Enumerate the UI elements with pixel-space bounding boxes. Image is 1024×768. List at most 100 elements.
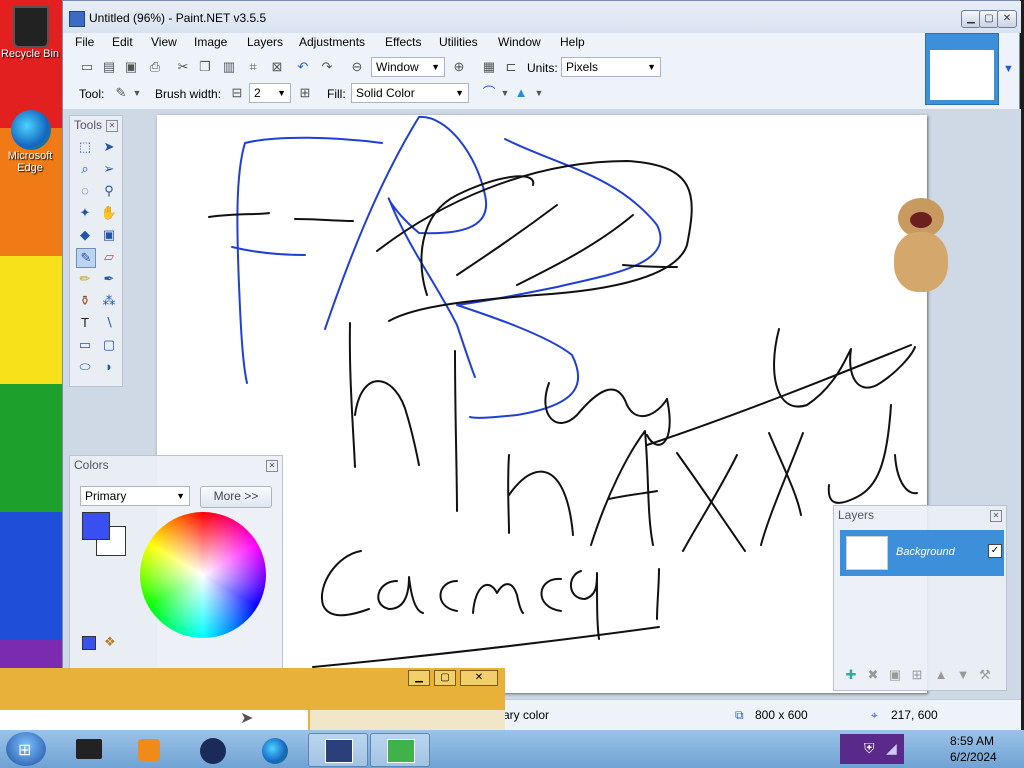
color-wheel[interactable] xyxy=(140,512,266,638)
start-button[interactable]: ⊞ xyxy=(6,732,46,766)
taskbar-app-media[interactable] xyxy=(120,733,178,765)
save-icon[interactable]: ▣ xyxy=(123,59,139,75)
reset-colors-icon[interactable] xyxy=(82,636,96,650)
open-icon[interactable]: ▤ xyxy=(101,59,117,75)
decrease-icon[interactable]: ⊟ xyxy=(229,85,245,101)
increase-icon[interactable]: ⊞ xyxy=(297,85,313,101)
paintbrush-icon[interactable]: ✎ xyxy=(113,85,129,101)
paint-bucket-icon[interactable]: ◆ xyxy=(76,226,94,244)
lasso-icon[interactable]: ⌕ xyxy=(76,160,94,178)
units-dropdown[interactable]: Pixels ▼ xyxy=(561,57,661,77)
eraser-icon[interactable]: ▱ xyxy=(100,248,118,266)
speaker-icon[interactable]: ◢ xyxy=(886,740,897,757)
paintbrush-icon[interactable]: ✎ xyxy=(76,248,96,268)
gradient-icon[interactable]: ▣ xyxy=(100,226,118,244)
antialiasing-icon[interactable]: ⌒ xyxy=(481,85,497,101)
taskbar-app-paintnet[interactable] xyxy=(308,733,368,767)
rectangle-select-icon[interactable]: ⬚ xyxy=(76,138,94,156)
more-button[interactable]: More >> xyxy=(200,486,272,508)
chevron-down-icon[interactable]: ▼ xyxy=(129,85,145,101)
clone-stamp-icon[interactable]: ⚱ xyxy=(76,292,94,310)
cut-icon[interactable]: ✂ xyxy=(175,59,191,75)
print-icon[interactable]: ⎙ xyxy=(147,59,163,75)
menu-adjustments[interactable]: Adjustments xyxy=(299,35,365,49)
network-icon[interactable]: ⛨ xyxy=(864,740,875,757)
pan-icon[interactable]: ✋ xyxy=(100,204,118,222)
freeform-shape-icon[interactable]: ◗ xyxy=(100,358,118,376)
color-mode-dropdown[interactable]: Primary ▼ xyxy=(80,486,190,506)
popup-input[interactable] xyxy=(0,710,308,730)
fill-dropdown[interactable]: Solid Color ▼ xyxy=(351,83,469,103)
rounded-rectangle-icon[interactable]: ▢ xyxy=(100,336,118,354)
zoom-icon[interactable]: ⚲ xyxy=(100,182,118,200)
ellipse-select-icon[interactable]: ◌ xyxy=(76,182,94,200)
blend-mode-icon[interactable]: ▲ xyxy=(513,85,529,101)
zoom-in-icon[interactable]: ⊕ xyxy=(451,59,467,75)
text-icon[interactable]: T xyxy=(76,314,94,332)
taskbar-app-download[interactable] xyxy=(370,733,430,767)
grid-icon[interactable]: ▦ xyxy=(481,59,497,75)
chevron-down-icon[interactable]: ▼ xyxy=(497,85,513,101)
delete-layer-icon[interactable]: ✖ xyxy=(864,666,882,684)
desktop-icon-edge[interactable]: Microsoft Edge xyxy=(0,110,62,174)
new-icon[interactable]: ▭ xyxy=(79,59,95,75)
add-layer-icon[interactable]: ✚ xyxy=(842,666,860,684)
pencil-icon[interactable]: ✏ xyxy=(76,270,94,288)
clock-date[interactable]: 6/2/2024 xyxy=(950,750,997,764)
desktop-icon-recycle-bin[interactable]: Recycle Bin xyxy=(0,6,62,60)
deselect-icon[interactable]: ⊠ xyxy=(269,59,285,75)
title-bar[interactable]: Untitled (96%) - Paint.NET v3.5.5 ▁ ▢ ✕ xyxy=(63,1,1021,33)
chevron-down-icon[interactable]: ▼ xyxy=(1003,63,1014,75)
menu-help[interactable]: Help xyxy=(560,35,585,49)
layer-row[interactable]: Background ✓ xyxy=(840,530,1004,576)
brush-width-dropdown[interactable]: 2 ▼ xyxy=(249,83,291,103)
undo-icon[interactable]: ↶ xyxy=(295,59,311,75)
hamster-pet-image[interactable] xyxy=(890,198,952,294)
palette-icon[interactable]: ❖ xyxy=(104,634,116,650)
menu-layers[interactable]: Layers xyxy=(247,35,283,49)
crop-icon[interactable]: ⌗ xyxy=(245,59,261,75)
ruler-icon[interactable]: ⊏ xyxy=(503,59,519,75)
menu-edit[interactable]: Edit xyxy=(112,35,133,49)
layer-properties-icon[interactable]: ⚒ xyxy=(976,666,994,684)
maximize-button[interactable]: ▢ xyxy=(434,670,456,686)
redo-icon[interactable]: ↷ xyxy=(319,59,335,75)
close-button[interactable]: ✕ xyxy=(460,670,498,686)
menu-file[interactable]: File xyxy=(75,35,94,49)
menu-effects[interactable]: Effects xyxy=(385,35,421,49)
merge-layer-icon[interactable]: ⊞ xyxy=(908,666,926,684)
maximize-button[interactable]: ▢ xyxy=(979,10,999,28)
copy-icon[interactable]: ❐ xyxy=(197,59,213,75)
close-icon[interactable]: ✕ xyxy=(990,510,1002,522)
paste-icon[interactable]: ▥ xyxy=(221,59,237,75)
rectangle-icon[interactable]: ▭ xyxy=(76,336,94,354)
close-button[interactable]: ✕ xyxy=(997,10,1017,28)
minimize-button[interactable]: ▁ xyxy=(408,670,430,686)
image-thumbnail[interactable] xyxy=(925,33,999,105)
taskbar-app-edge[interactable] xyxy=(246,733,304,765)
close-icon[interactable]: ✕ xyxy=(106,120,118,132)
menu-view[interactable]: View xyxy=(151,35,177,49)
line-curve-icon[interactable]: ∖ xyxy=(100,314,118,332)
close-icon[interactable]: ✕ xyxy=(266,460,278,472)
taskbar-app-3[interactable] xyxy=(184,733,242,765)
clock-time[interactable]: 8:59 AM xyxy=(950,734,994,748)
duplicate-layer-icon[interactable]: ▣ xyxy=(886,666,904,684)
recolor-icon[interactable]: ⁂ xyxy=(100,292,118,310)
color-picker-icon[interactable]: ✒ xyxy=(100,270,118,288)
primary-color-swatch[interactable] xyxy=(82,512,110,540)
move-down-icon[interactable]: ▼ xyxy=(954,666,972,684)
ellipse-icon[interactable]: ⬭ xyxy=(76,358,94,376)
magic-wand-icon[interactable]: ✦ xyxy=(76,204,94,222)
menu-image[interactable]: Image xyxy=(194,35,227,49)
menu-utilities[interactable]: Utilities xyxy=(439,35,478,49)
menu-window[interactable]: Window xyxy=(498,35,541,49)
move-selection-icon[interactable]: ➤ xyxy=(100,138,118,156)
move-up-icon[interactable]: ▲ xyxy=(932,666,950,684)
move-pixels-icon[interactable]: ➢ xyxy=(100,160,118,178)
layer-visibility-checkbox[interactable]: ✓ xyxy=(988,544,1002,558)
minimize-button[interactable]: ▁ xyxy=(961,10,981,28)
zoom-dropdown[interactable]: Window ▼ xyxy=(371,57,445,77)
zoom-out-icon[interactable]: ⊖ xyxy=(349,59,365,75)
chevron-down-icon[interactable]: ▼ xyxy=(531,85,547,101)
